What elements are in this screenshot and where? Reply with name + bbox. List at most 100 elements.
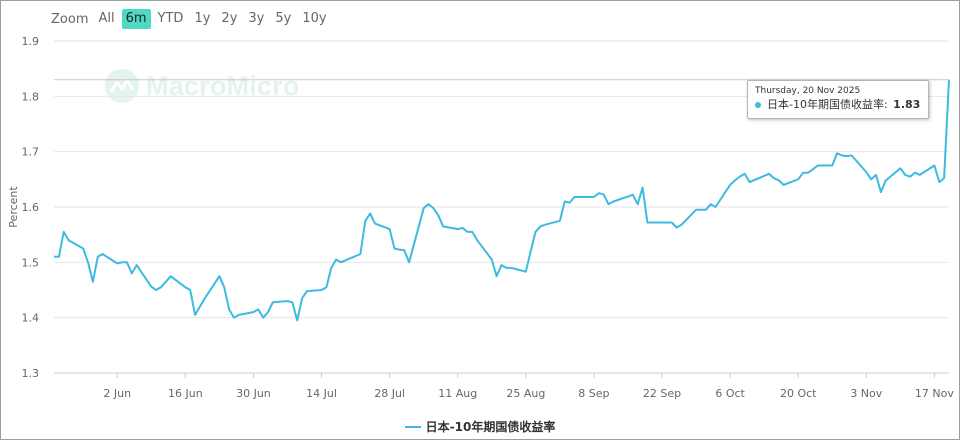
data-point[interactable] — [908, 175, 912, 179]
data-point[interactable] — [261, 316, 265, 320]
data-point[interactable] — [407, 260, 411, 264]
data-point[interactable] — [529, 249, 533, 253]
data-point[interactable] — [427, 202, 431, 206]
legend-item-label[interactable]: 日本-10年期国债收益率 — [426, 418, 556, 435]
data-point[interactable] — [422, 206, 426, 210]
data-point[interactable] — [154, 288, 158, 292]
data-point[interactable] — [874, 173, 878, 177]
data-point[interactable] — [675, 226, 679, 230]
data-point[interactable] — [188, 288, 192, 292]
data-point[interactable] — [733, 178, 737, 182]
data-point[interactable] — [830, 164, 834, 168]
data-point[interactable] — [329, 266, 333, 270]
data-point[interactable] — [290, 300, 294, 304]
data-point[interactable] — [636, 202, 640, 206]
data-point[interactable] — [62, 230, 66, 234]
data-point[interactable] — [251, 310, 255, 314]
data-point[interactable] — [402, 248, 406, 252]
data-point[interactable] — [130, 271, 134, 275]
data-point[interactable] — [563, 200, 567, 204]
data-point[interactable] — [388, 227, 392, 231]
data-point[interactable] — [743, 172, 747, 176]
data-point[interactable] — [641, 186, 645, 190]
data-point[interactable] — [728, 183, 732, 187]
data-point[interactable] — [524, 270, 528, 274]
data-point[interactable] — [441, 224, 445, 228]
data-point[interactable] — [431, 206, 435, 210]
data-point[interactable] — [534, 230, 538, 234]
data-point[interactable] — [835, 151, 839, 155]
data-point[interactable] — [811, 167, 815, 171]
data-point[interactable] — [490, 258, 494, 262]
data-point[interactable] — [86, 260, 90, 264]
data-point[interactable] — [869, 177, 873, 181]
data-point[interactable] — [475, 238, 479, 242]
data-point[interactable] — [461, 226, 465, 230]
data-point[interactable] — [456, 227, 460, 231]
data-point[interactable] — [466, 230, 470, 234]
data-point[interactable] — [592, 195, 596, 199]
data-point[interactable] — [164, 280, 168, 284]
data-point[interactable] — [295, 318, 299, 322]
data-point[interactable] — [203, 296, 207, 300]
data-point[interactable] — [101, 252, 105, 256]
data-point[interactable] — [81, 247, 85, 251]
data-point[interactable] — [222, 285, 226, 289]
data-point[interactable] — [942, 176, 946, 180]
data-point[interactable] — [57, 255, 61, 259]
data-point[interactable] — [169, 274, 173, 278]
data-point[interactable] — [320, 288, 324, 292]
data-point[interactable] — [271, 300, 275, 304]
data-point[interactable] — [125, 260, 129, 264]
data-point[interactable] — [543, 223, 547, 227]
data-point[interactable] — [709, 202, 713, 206]
data-point[interactable] — [699, 208, 703, 212]
data-point[interactable] — [91, 280, 95, 284]
data-point[interactable] — [577, 195, 581, 199]
data-point[interactable] — [300, 296, 304, 300]
data-point[interactable] — [903, 173, 907, 177]
data-point[interactable] — [864, 170, 868, 174]
data-point[interactable] — [879, 190, 883, 194]
data-point[interactable] — [932, 164, 936, 168]
data-point[interactable] — [227, 307, 231, 311]
data-point[interactable] — [183, 285, 187, 289]
data-point[interactable] — [115, 261, 119, 265]
data-point[interactable] — [495, 274, 499, 278]
data-point[interactable] — [358, 252, 362, 256]
data-point[interactable] — [714, 205, 718, 209]
data-point[interactable] — [850, 154, 854, 158]
data-point[interactable] — [500, 263, 504, 267]
data-point[interactable] — [607, 202, 611, 206]
data-point[interactable] — [286, 299, 290, 303]
data-point[interactable] — [397, 248, 401, 252]
data-point[interactable] — [777, 178, 781, 182]
data-point[interactable] — [568, 201, 572, 205]
data-point[interactable] — [339, 260, 343, 264]
data-point[interactable] — [96, 255, 100, 259]
data-point[interactable] — [52, 255, 56, 259]
data-point[interactable] — [67, 238, 71, 242]
data-point[interactable] — [538, 224, 542, 228]
data-point[interactable] — [135, 263, 139, 267]
data-point[interactable] — [660, 221, 664, 225]
data-point[interactable] — [748, 180, 752, 184]
data-point[interactable] — [159, 285, 163, 289]
data-point[interactable] — [767, 172, 771, 176]
data-point[interactable] — [436, 213, 440, 217]
data-point[interactable] — [198, 305, 202, 309]
data-point[interactable] — [670, 221, 674, 225]
data-point[interactable] — [816, 164, 820, 168]
data-point[interactable] — [368, 212, 372, 216]
data-point[interactable] — [393, 247, 397, 251]
data-point[interactable] — [937, 180, 941, 184]
data-point[interactable] — [509, 266, 513, 270]
data-point[interactable] — [913, 171, 917, 175]
data-point[interactable] — [680, 223, 684, 227]
data-point[interactable] — [704, 208, 708, 212]
data-point[interactable] — [694, 208, 698, 212]
data-point[interactable] — [782, 183, 786, 187]
data-point[interactable] — [363, 219, 367, 223]
data-point[interactable] — [256, 307, 260, 311]
data-point[interactable] — [840, 154, 844, 158]
